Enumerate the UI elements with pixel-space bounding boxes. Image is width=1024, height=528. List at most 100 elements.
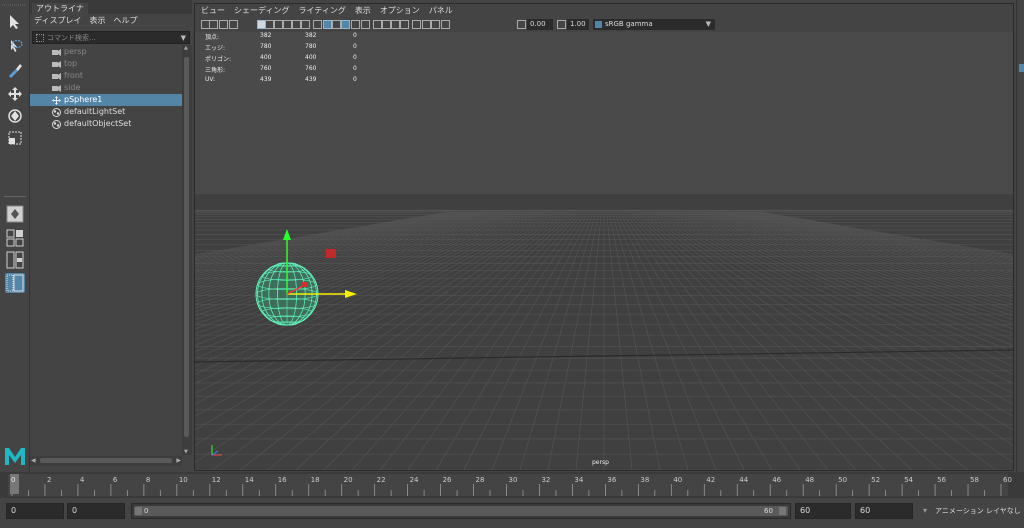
attribute-panel-edge: [1016, 0, 1024, 472]
chevron-down-icon[interactable]: ▼: [181, 32, 186, 44]
exposure-icon[interactable]: [517, 20, 526, 29]
animation-layer-dropdown[interactable]: ▾ アニメーション レイヤなし: [919, 503, 1024, 519]
wireframe-icon[interactable]: [313, 20, 322, 29]
scroll-right-icon[interactable]: ▶: [176, 457, 181, 464]
menu-view[interactable]: ビュー: [201, 4, 225, 17]
gate-mask-icon[interactable]: [283, 20, 292, 29]
color-space-dropdown[interactable]: sRGB gamma ▼: [593, 19, 715, 30]
select-tool-icon[interactable]: [5, 12, 25, 32]
current-frame-handle[interactable]: 0: [10, 474, 19, 494]
menu-show[interactable]: 表示: [355, 4, 371, 17]
two-pane-layout-icon[interactable]: [5, 250, 25, 270]
four-pane-layout-icon[interactable]: [5, 228, 25, 248]
outliner-item[interactable]: pSphere1: [30, 94, 182, 106]
scrollbar-thumb[interactable]: [40, 458, 172, 463]
playback-end-field[interactable]: 60: [795, 503, 851, 519]
image-plane-icon[interactable]: [229, 20, 238, 29]
menu-options[interactable]: オプション: [380, 4, 420, 17]
color-space-label: sRGB gamma: [605, 20, 653, 28]
menu-show[interactable]: 表示: [89, 14, 105, 28]
rotate-tool-icon[interactable]: [5, 106, 25, 126]
channel-box-tab-icon[interactable]: [1019, 64, 1024, 72]
shadows-icon[interactable]: [361, 20, 370, 29]
ambient-occlusion-icon[interactable]: [373, 20, 382, 29]
scroll-left-icon[interactable]: ◀: [31, 457, 36, 464]
scroll-down-icon[interactable]: ▼: [184, 449, 188, 455]
outliner-item[interactable]: persp: [30, 46, 182, 58]
outliner-item[interactable]: side: [30, 82, 182, 94]
menu-panels[interactable]: パネル: [429, 4, 453, 17]
viewport-scene[interactable]: [195, 32, 1013, 470]
menu-display[interactable]: ディスプレイ: [34, 14, 81, 28]
smooth-shade-icon[interactable]: [323, 20, 332, 29]
range-start-handle[interactable]: [135, 507, 142, 515]
viewport-toolbar: 0.00 1.00 sRGB gamma ▼: [195, 17, 1013, 32]
scroll-up-icon[interactable]: ▲: [184, 45, 188, 51]
hud-label: 頂点:: [205, 34, 220, 41]
depth-of-field-icon[interactable]: [400, 20, 409, 29]
time-tick-label: 60: [1003, 476, 1012, 484]
gamma-icon[interactable]: [557, 20, 566, 29]
anti-aliasing-icon[interactable]: [391, 20, 400, 29]
tab-outliner[interactable]: アウトライナ: [32, 3, 88, 14]
isolate-select-icon[interactable]: [412, 20, 421, 29]
manipulator-z-handle[interactable]: [302, 282, 308, 287]
outliner-item[interactable]: top: [30, 58, 182, 70]
time-tick-label: 12: [211, 476, 221, 484]
outliner-item[interactable]: defaultLightSet: [30, 106, 182, 118]
lasso-tool-icon[interactable]: [5, 36, 25, 56]
time-tick-label: 38: [640, 476, 650, 484]
toolbox-separator: [4, 196, 26, 197]
camera-attributes-icon[interactable]: [209, 20, 218, 29]
exposure-field[interactable]: 0.00: [527, 19, 553, 30]
gamma-field[interactable]: 1.00: [567, 19, 589, 30]
safe-action-icon[interactable]: [301, 20, 310, 29]
3d-viewport[interactable]: 頂点: 382 382 0 エッジ: 780 780 0 ポリゴン: 400 400 0 三角形: 760…: [195, 32, 1013, 470]
outliner-search-field[interactable]: コマンド検索... ▼: [32, 31, 190, 44]
outliner-vertical-scrollbar[interactable]: ▲ ▼: [182, 45, 192, 455]
backface-icon[interactable]: [441, 20, 450, 29]
motion-blur-icon[interactable]: [382, 20, 391, 29]
current-frame-label: 0: [11, 476, 16, 484]
camera-icon: [52, 60, 61, 68]
outliner-item[interactable]: defaultObjectSet: [30, 118, 182, 130]
xray-joints-icon[interactable]: [431, 20, 440, 29]
field-chart-icon[interactable]: [292, 20, 301, 29]
toolbox: [0, 0, 30, 472]
search-placeholder: コマンド検索...: [47, 34, 96, 42]
film-gate-icon[interactable]: [265, 20, 274, 29]
lights-icon[interactable]: [351, 20, 360, 29]
move-tool-icon[interactable]: [5, 84, 25, 104]
textured-icon[interactable]: [341, 20, 350, 29]
outliner-layout-icon[interactable]: [5, 273, 25, 293]
range-slider-bar-fill[interactable]: [134, 506, 788, 516]
range-end-handle[interactable]: [779, 507, 786, 515]
time-tick-label: 22: [376, 476, 386, 484]
playback-start-field[interactable]: 0: [67, 503, 125, 519]
outliner-item-label: top: [64, 59, 78, 68]
bookmark-icon[interactable]: [219, 20, 228, 29]
time-slider-track[interactable]: 0246810121416182022242628303234363840424…: [8, 474, 1012, 496]
scale-tool-icon[interactable]: [5, 128, 25, 148]
default-material-icon[interactable]: [332, 20, 341, 29]
outliner-item-label: persp: [64, 47, 87, 56]
animation-start-field[interactable]: 0: [6, 503, 64, 519]
toolbox-grip: [2, 4, 26, 6]
outliner-item[interactable]: front: [30, 70, 182, 82]
hud-value: 760: [260, 65, 272, 72]
menu-lighting[interactable]: ライティング: [298, 4, 345, 17]
range-slider[interactable]: 0 60: [131, 503, 791, 519]
scrollbar-thumb[interactable]: [184, 57, 189, 437]
time-tick-label: 36: [607, 476, 617, 484]
outliner-horizontal-scrollbar[interactable]: ◀ ▶: [30, 456, 182, 466]
menu-shading[interactable]: シェーディング: [234, 4, 289, 17]
set-icon: [52, 120, 61, 129]
resolution-gate-icon[interactable]: [274, 20, 283, 29]
single-pane-layout-icon[interactable]: [5, 204, 25, 224]
animation-end-field[interactable]: 60: [855, 503, 913, 519]
time-slider[interactable]: 0246810121416182022242628303234363840424…: [0, 472, 1024, 498]
manipulator-plane-handle[interactable]: [326, 249, 336, 258]
menu-help[interactable]: ヘルプ: [113, 14, 137, 28]
paint-select-icon[interactable]: [5, 60, 25, 80]
xray-icon[interactable]: [422, 20, 431, 29]
